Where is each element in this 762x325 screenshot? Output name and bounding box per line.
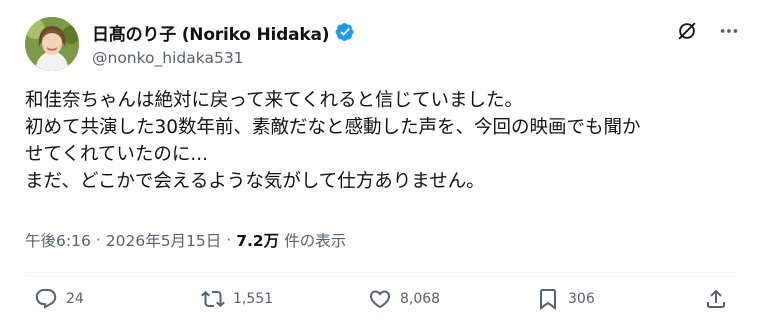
share-button[interactable] — [704, 287, 728, 311]
meta-separator: · — [95, 231, 101, 249]
like-button[interactable]: 8,068 — [368, 287, 440, 311]
tweet-text-line: 初めて共演した30数年前、素敵だなと感動した声を、今回の映画でも聞か — [25, 117, 641, 138]
more-icon — [720, 29, 738, 33]
tweet-text-line: 和佳奈ちゃんは絶対に戻って来てくれると信じていました。 — [25, 90, 524, 111]
bookmark-icon — [540, 289, 556, 310]
like-icon — [369, 290, 391, 309]
grok-icon — [678, 22, 696, 40]
author-name-row: 日髙のり子 (Noriko Hidaka) — [92, 20, 355, 45]
meta-separator: · — [226, 231, 232, 249]
reply-count: 24 — [66, 291, 84, 307]
retweet-icon — [201, 290, 225, 308]
more-button[interactable] — [716, 18, 742, 44]
post-time[interactable]: 午後6:16 — [25, 229, 91, 251]
tweet-meta: 午後6:16 · 2026年5月15日 · 7.2万 件の表示 — [25, 229, 346, 251]
like-count: 8,068 — [400, 291, 441, 307]
bookmark-button[interactable]: 306 — [536, 287, 595, 311]
display-name[interactable]: 日髙のり子 (Noriko Hidaka) — [92, 20, 329, 45]
author-block: 日髙のり子 (Noriko Hidaka) @nonko_hidaka531 — [92, 20, 355, 67]
post-date[interactable]: 2026年5月15日 — [106, 229, 222, 251]
handle[interactable]: @nonko_hidaka531 — [92, 49, 355, 67]
avatar[interactable] — [25, 17, 79, 71]
verified-badge-icon[interactable] — [335, 22, 355, 42]
avatar-image — [25, 17, 79, 71]
retweet-count: 1,551 — [233, 291, 274, 307]
grok-button[interactable] — [674, 18, 700, 44]
top-actions — [674, 18, 742, 44]
reply-button[interactable]: 24 — [34, 287, 84, 311]
tweet: 日髙のり子 (Noriko Hidaka) @nonko_hidaka531 和… — [0, 0, 762, 325]
share-icon — [707, 289, 725, 308]
reply-icon — [35, 289, 57, 309]
action-bar: 24 1,551 8,068 306 — [0, 287, 762, 321]
tweet-text-line: せてくれていたのに... — [25, 144, 209, 165]
divider — [25, 272, 737, 273]
bookmark-count: 306 — [568, 291, 595, 307]
views-label: 件の表示 — [284, 232, 347, 250]
retweet-button[interactable]: 1,551 — [201, 287, 273, 311]
views-count: 7.2万 — [236, 232, 280, 250]
tweet-text: 和佳奈ちゃんは絶対に戻って来てくれると信じていました。 初めて共演した30数年前… — [25, 87, 737, 195]
tweet-text-line: まだ、どこかで会えるような気がして仕方ありません。 — [25, 171, 485, 192]
